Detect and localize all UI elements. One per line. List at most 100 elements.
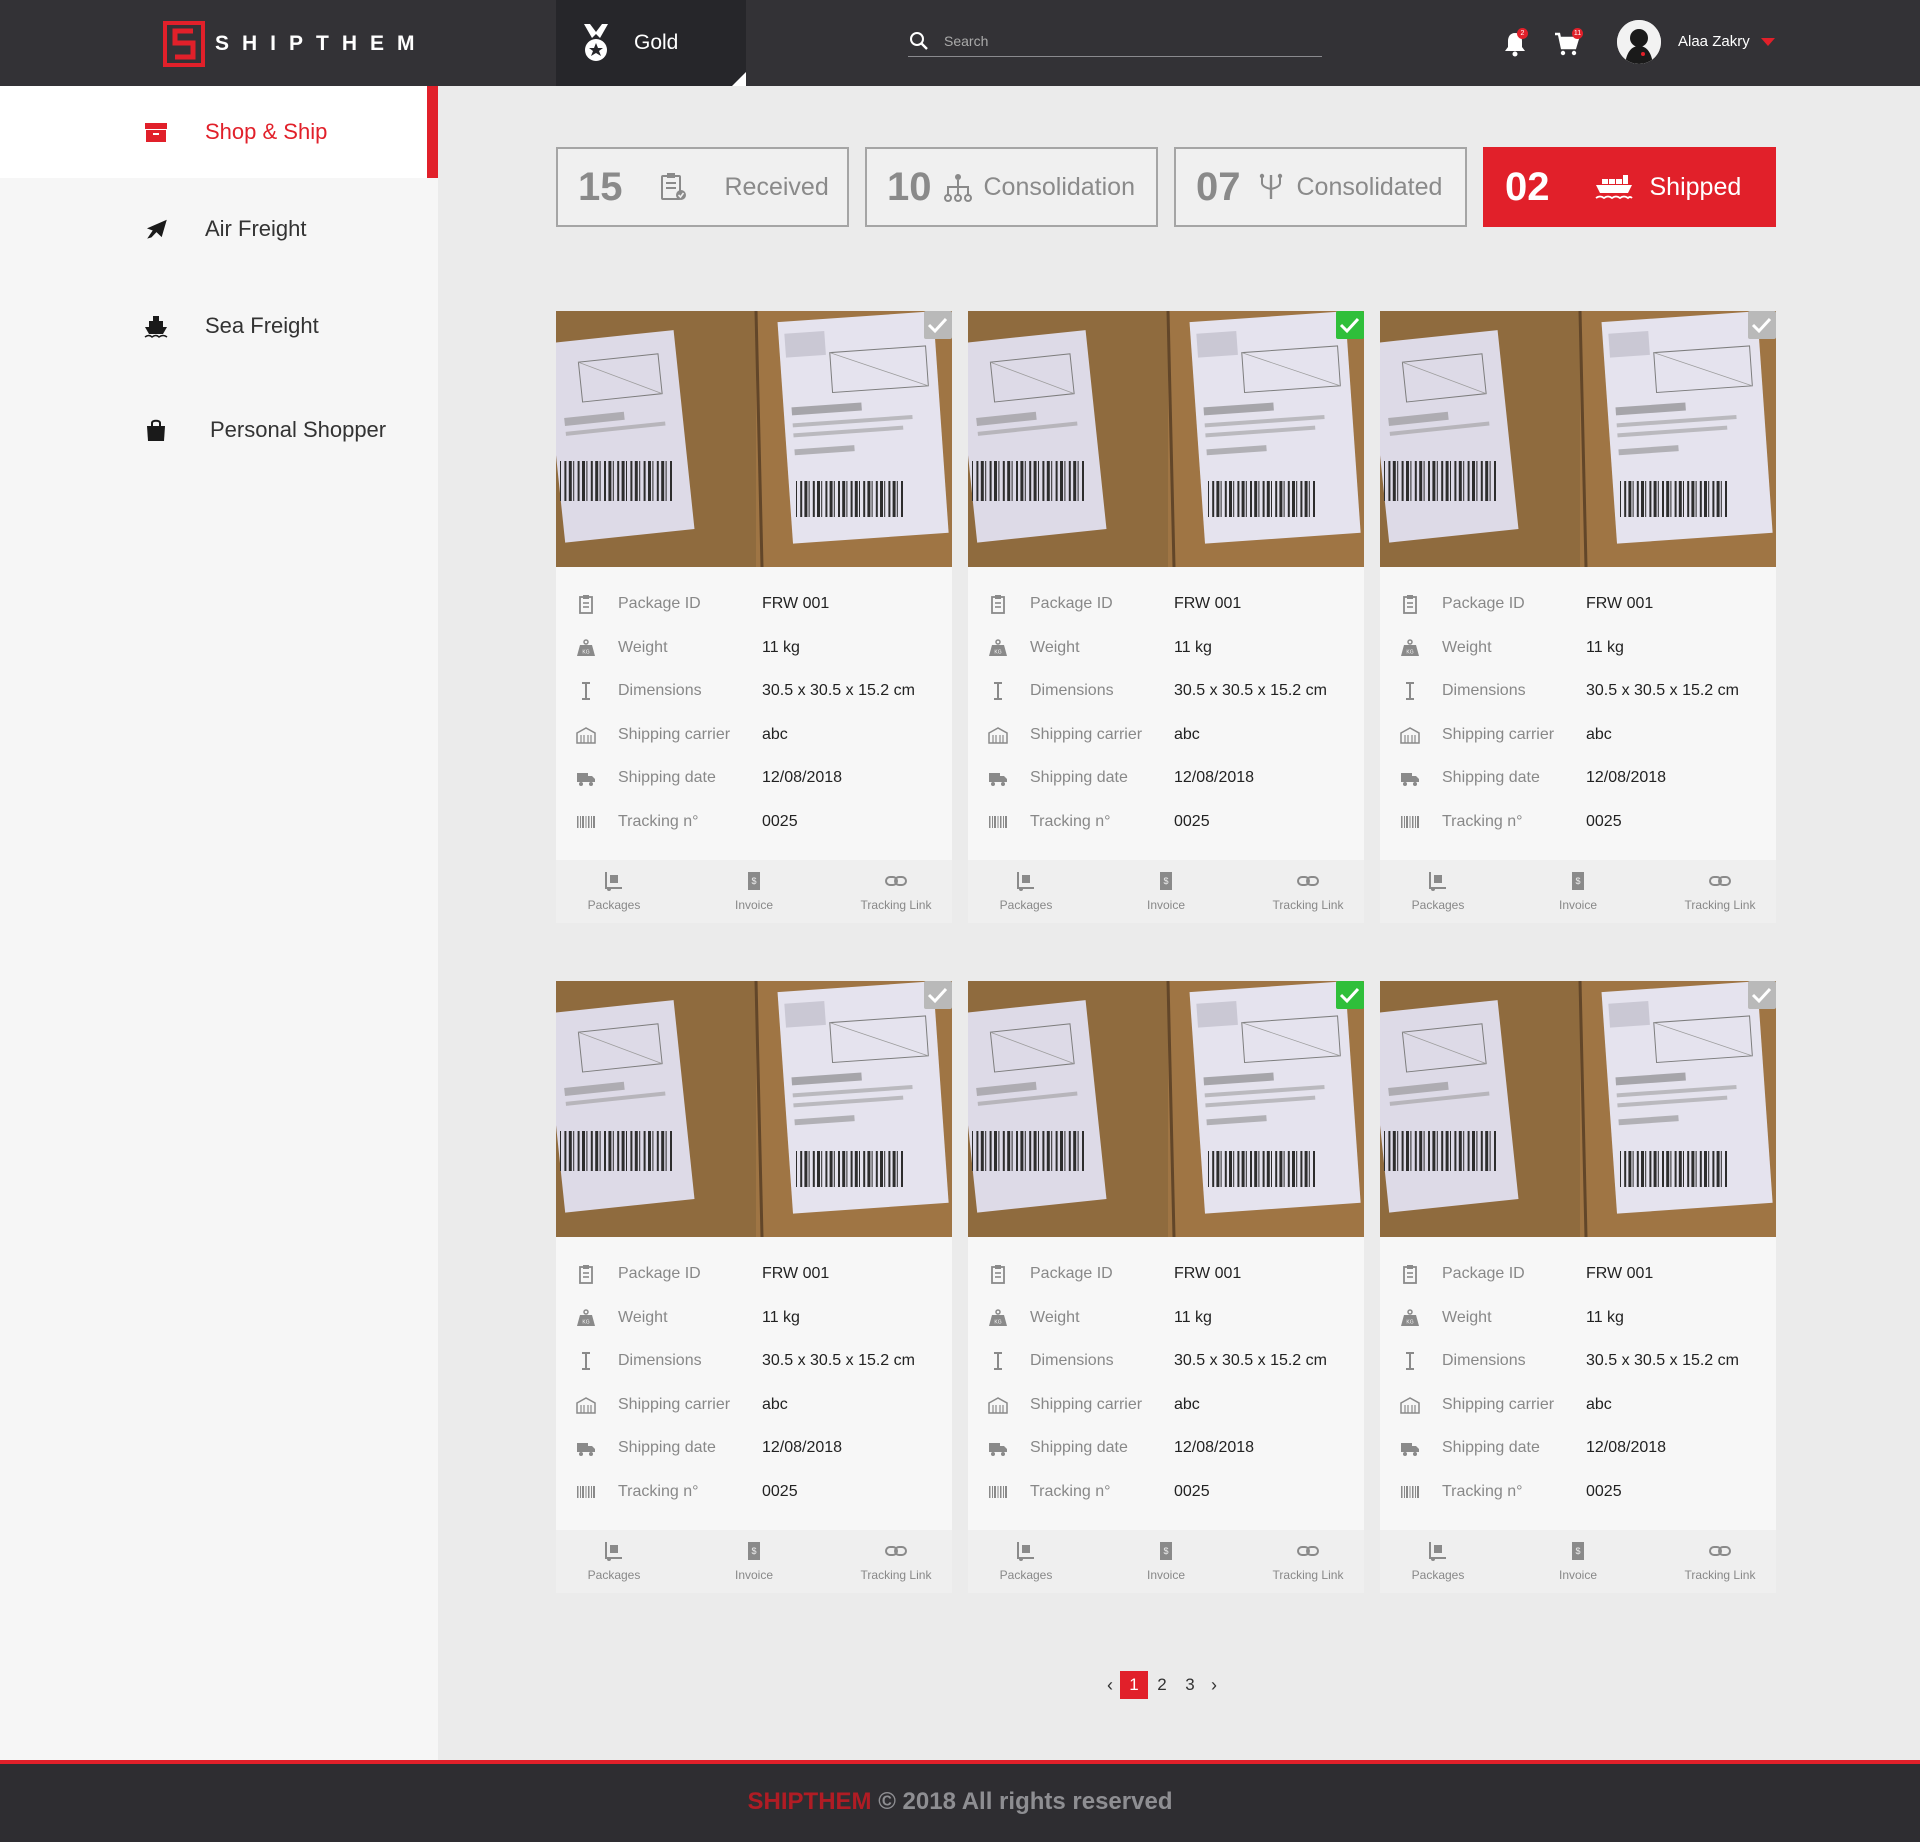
package-photo [968, 981, 1364, 1237]
detail-label: Weight [1442, 1309, 1492, 1326]
sidebar-item-sea-freight[interactable]: Sea Freight [0, 280, 438, 372]
invoice-button[interactable]: $ Invoice [1116, 1540, 1216, 1582]
warehouse-icon [988, 1397, 1008, 1414]
action-label: Packages [587, 898, 641, 912]
tracking-link-button[interactable]: Tracking Link [1670, 870, 1770, 912]
detail-label: Shipping date [1442, 1439, 1540, 1456]
package-card[interactable]: Package ID FRW 001 KG Weight 11 kg Dimen… [1380, 311, 1776, 923]
detail-label: Weight [1030, 639, 1080, 656]
page-2[interactable]: 2 [1148, 1671, 1176, 1699]
detail-label: Package ID [1442, 1265, 1525, 1282]
detail-row-date: Shipping date 12/08/2018 [556, 1433, 952, 1463]
tracking-link-button[interactable]: Tracking Link [1670, 1540, 1770, 1582]
chevron-down-icon[interactable] [1761, 38, 1775, 46]
detail-label: Dimensions [1030, 1352, 1114, 1369]
package-card[interactable]: Package ID FRW 001 KG Weight 11 kg Dimen… [968, 311, 1364, 923]
tab-received[interactable]: 15 Received [556, 147, 849, 227]
logo[interactable]: SHIPTHEM [163, 21, 428, 67]
packages-button[interactable]: Packages [976, 1540, 1076, 1582]
check-icon[interactable] [1744, 311, 1776, 343]
sidebar-item-personal-shopper[interactable]: Personal Shopper [0, 384, 438, 476]
membership-tier[interactable]: Gold [556, 0, 746, 86]
tracking-link-button[interactable]: Tracking Link [846, 1540, 946, 1582]
detail-value: 0025 [762, 813, 798, 830]
page-1[interactable]: 1 [1120, 1671, 1148, 1699]
detail-value: abc [1586, 726, 1612, 743]
clipboard-check-icon [660, 173, 686, 200]
card-actions: Packages $ Invoice Tracking Link [1380, 860, 1776, 923]
tab-consolidation[interactable]: 10 Consolidation [865, 147, 1158, 227]
action-label: Packages [1411, 898, 1465, 912]
search-icon[interactable] [909, 31, 929, 51]
sidebar-item-shop-and-ship[interactable]: Shop & Ship [0, 86, 438, 178]
svg-text:$: $ [1575, 1546, 1580, 1556]
barcode-icon [1401, 816, 1419, 828]
detail-value: abc [1586, 1396, 1612, 1413]
ship-icon [144, 316, 168, 338]
tab-label: Received [724, 172, 829, 201]
detail-row-tracking: Tracking n° 0025 [556, 807, 952, 837]
detail-label: Tracking n° [1030, 1483, 1111, 1500]
detail-label: Tracking n° [1442, 813, 1523, 830]
clipboard-icon [991, 1265, 1005, 1284]
detail-row-carrier: Shipping carrier abc [556, 720, 952, 750]
invoice-button[interactable]: $ Invoice [1116, 870, 1216, 912]
detail-row-package-id: Package ID FRW 001 [1380, 589, 1776, 619]
notifications-button[interactable]: 2 [1501, 28, 1529, 58]
page-3[interactable]: 3 [1176, 1671, 1204, 1699]
action-label: Packages [587, 1568, 641, 1582]
detail-row-date: Shipping date 12/08/2018 [1380, 1433, 1776, 1463]
prev-page-button[interactable]: ‹ [1100, 1673, 1120, 1697]
tracking-link-button[interactable]: Tracking Link [1258, 1540, 1358, 1582]
detail-label: Shipping date [1030, 1439, 1128, 1456]
invoice-button[interactable]: $ Invoice [1528, 1540, 1628, 1582]
package-card[interactable]: Package ID FRW 001 KG Weight 11 kg Dimen… [556, 981, 952, 1593]
detail-value: 11 kg [1586, 1309, 1624, 1326]
action-label: Tracking Link [1272, 1568, 1344, 1582]
tracking-link-button[interactable]: Tracking Link [1258, 870, 1358, 912]
package-photo [968, 311, 1364, 567]
detail-value: FRW 001 [1174, 595, 1242, 612]
clipboard-icon [1403, 1265, 1417, 1284]
invoice-button[interactable]: $ Invoice [704, 1540, 804, 1582]
avatar[interactable] [1617, 20, 1661, 64]
invoice-button[interactable]: $ Invoice [704, 870, 804, 912]
detail-row-carrier: Shipping carrier abc [968, 1390, 1364, 1420]
check-icon[interactable] [920, 981, 952, 1013]
tab-count: 10 [887, 164, 932, 209]
packages-button[interactable]: Packages [976, 870, 1076, 912]
invoice-button[interactable]: $ Invoice [1528, 870, 1628, 912]
detail-label: Weight [1030, 1309, 1080, 1326]
detail-row-package-id: Package ID FRW 001 [968, 1259, 1364, 1289]
selected-check-icon[interactable] [1332, 311, 1364, 343]
search-input[interactable] [944, 33, 1304, 49]
packages-button[interactable]: Packages [564, 1540, 664, 1582]
packages-button[interactable]: Packages [1388, 1540, 1488, 1582]
action-label: Packages [1411, 1568, 1465, 1582]
cart-button[interactable]: 11 [1553, 28, 1583, 58]
barcode-icon [577, 1486, 595, 1498]
packages-button[interactable]: Packages [564, 870, 664, 912]
user-name[interactable]: Alaa Zakry [1678, 33, 1750, 50]
sidebar-item-label: Personal Shopper [210, 417, 387, 442]
card-actions: Packages $ Invoice Tracking Link [556, 1530, 952, 1593]
detail-value: 0025 [762, 1483, 798, 1500]
action-label: Tracking Link [1272, 898, 1344, 912]
package-card[interactable]: Package ID FRW 001 KG Weight 11 kg Dimen… [556, 311, 952, 923]
check-icon[interactable] [920, 311, 952, 343]
package-card[interactable]: Package ID FRW 001 KG Weight 11 kg Dimen… [1380, 981, 1776, 1593]
tab-shipped[interactable]: 02 Shipped [1483, 147, 1776, 227]
tab-consolidated[interactable]: 07 Consolidated [1174, 147, 1467, 227]
tab-label: Consolidation [983, 172, 1136, 201]
next-page-button[interactable]: › [1204, 1673, 1224, 1697]
selected-check-icon[interactable] [1332, 981, 1364, 1013]
sidebar-item-air-freight[interactable]: Air Freight [0, 183, 438, 275]
action-label: Invoice [734, 898, 774, 912]
package-photo-image [1380, 311, 1776, 567]
check-icon[interactable] [1744, 981, 1776, 1013]
package-card[interactable]: Package ID FRW 001 KG Weight 11 kg Dimen… [968, 981, 1364, 1593]
height-icon [582, 682, 590, 700]
packages-button[interactable]: Packages [1388, 870, 1488, 912]
tracking-link-button[interactable]: Tracking Link [846, 870, 946, 912]
detail-label: Dimensions [1442, 1352, 1526, 1369]
